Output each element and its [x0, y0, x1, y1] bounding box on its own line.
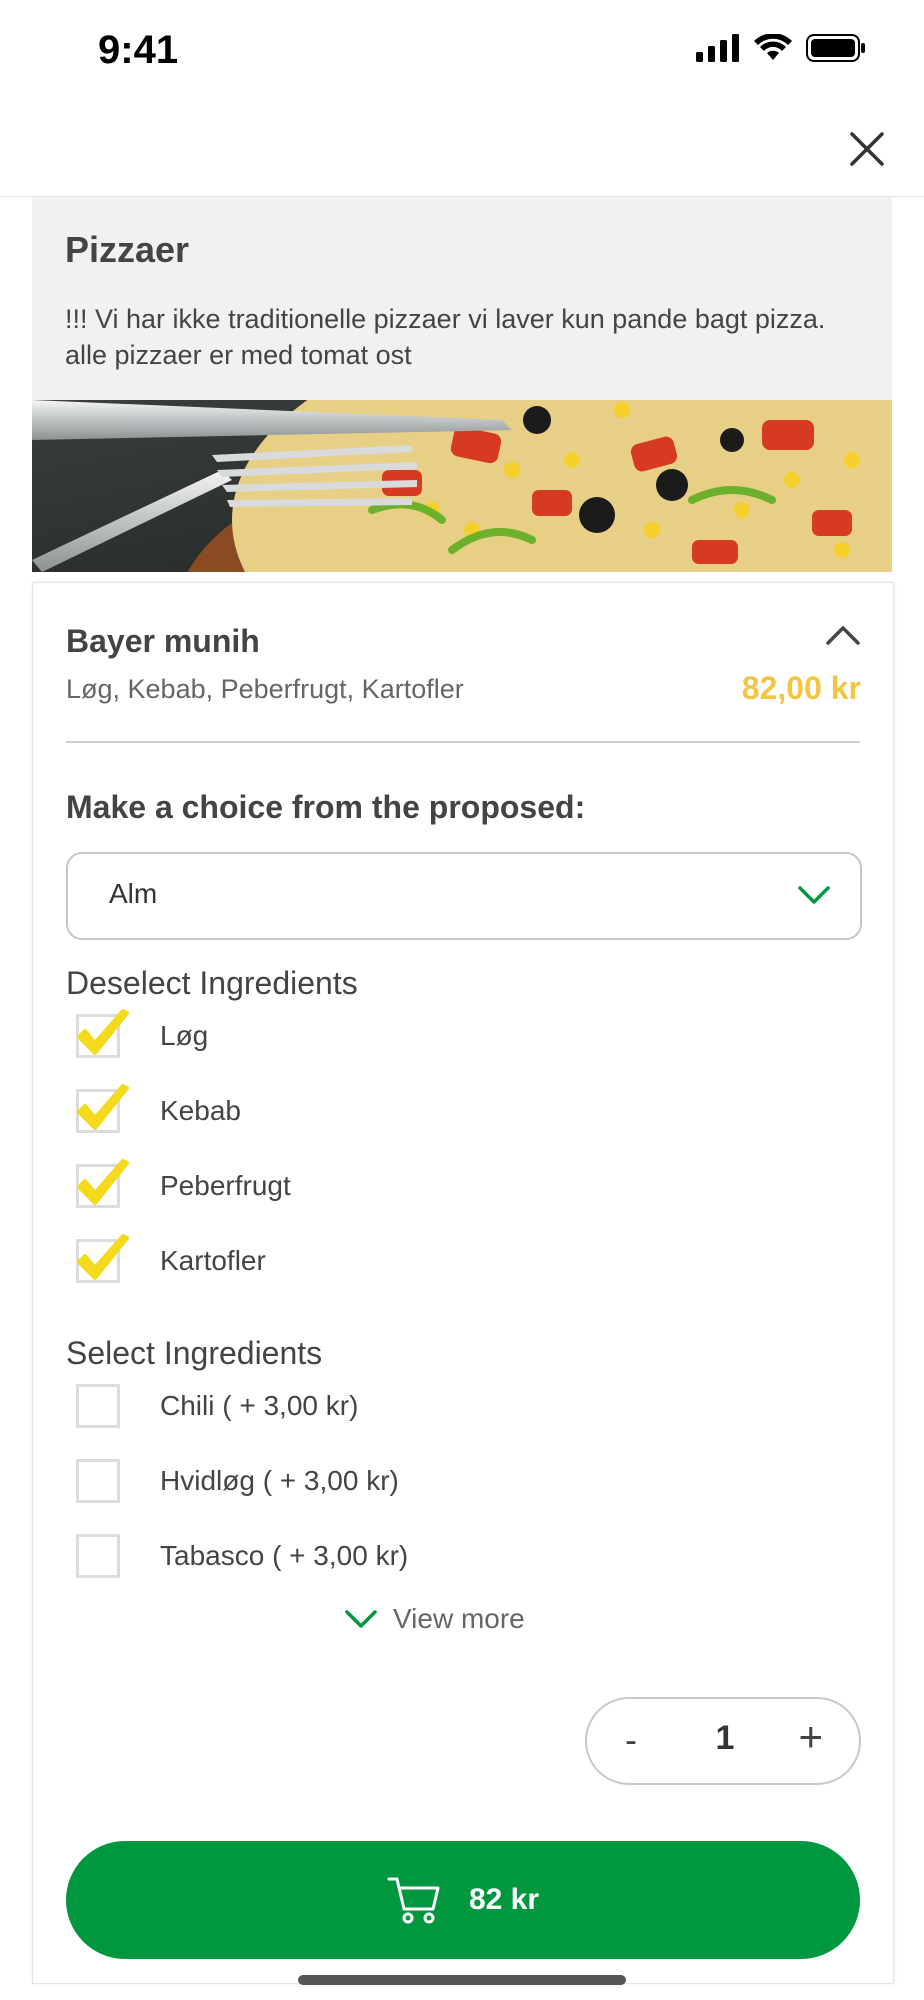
select-item[interactable]: Hvidløg ( + 3,00 kr)	[76, 1456, 399, 1506]
checkbox[interactable]	[76, 1084, 129, 1133]
checkbox[interactable]	[76, 1459, 120, 1503]
checkmark-icon	[77, 1159, 129, 1205]
checkbox[interactable]	[76, 1159, 129, 1208]
item-ingredients: Løg, Kebab, Peberfrugt, Kartofler	[66, 674, 464, 704]
top-bar	[0, 100, 924, 197]
ingredient-label: Løg	[160, 1020, 209, 1051]
checkbox[interactable]	[76, 1009, 129, 1058]
category-title: Pizzaer	[65, 229, 190, 270]
item-name: Bayer munih	[66, 623, 260, 659]
cart-button-label: 82 kr	[468, 1883, 540, 1916]
variant-select-value: Alm	[109, 878, 158, 909]
cart-icon	[387, 1877, 440, 1924]
divider	[66, 741, 860, 743]
category-image	[32, 400, 892, 572]
close-icon	[850, 132, 884, 166]
checkmark-icon	[77, 1009, 129, 1055]
chevron-down-icon	[345, 1610, 377, 1628]
deselect-item[interactable]: Kartofler	[76, 1234, 266, 1286]
checkmark-icon	[77, 1234, 129, 1280]
category-description: !!! Vi har ikke traditionelle pizzaer vi…	[65, 304, 826, 370]
item-price: 82,00 kr	[741, 670, 861, 706]
status-icons	[696, 34, 866, 62]
pizza-image	[32, 400, 892, 572]
status-bar: 9:41	[0, 0, 924, 100]
select-title: Select Ingredients	[66, 1335, 323, 1371]
select-item[interactable]: Tabasco ( + 3,00 kr)	[76, 1531, 408, 1581]
close-button[interactable]	[840, 122, 894, 176]
increment-button[interactable]: +	[798, 1713, 823, 1761]
wifi-icon	[754, 34, 792, 60]
deselect-item[interactable]: Peberfrugt	[76, 1159, 291, 1211]
deselect-item[interactable]: Kebab	[76, 1084, 241, 1136]
deselect-item[interactable]: Løg	[76, 1009, 209, 1061]
quantity-stepper[interactable]: - 1 +	[585, 1697, 861, 1785]
ingredient-label: Tabasco ( + 3,00 kr)	[160, 1540, 409, 1571]
checkbox[interactable]	[76, 1384, 120, 1428]
view-more-label: View more	[393, 1603, 525, 1634]
chevron-down-icon	[798, 886, 830, 904]
variant-select[interactable]: Alm	[66, 852, 862, 940]
status-time: 9:41	[98, 28, 179, 72]
add-to-cart-button[interactable]: 82 kr	[66, 1841, 860, 1959]
ingredient-label: Kartofler	[160, 1245, 266, 1276]
view-more-button[interactable]: View more	[343, 1603, 525, 1635]
item-card: Bayer munih Løg, Kebab, Peberfrugt, Kart…	[32, 582, 894, 1984]
chevron-up-icon	[826, 626, 860, 645]
ingredient-label: Chili ( + 3,00 kr)	[160, 1390, 359, 1421]
home-indicator	[298, 1975, 626, 1985]
category-header: Pizzaer !!! Vi har ikke traditionelle pi…	[32, 197, 892, 400]
checkbox[interactable]	[76, 1534, 120, 1578]
deselect-title: Deselect Ingredients	[66, 965, 358, 1001]
checkbox[interactable]	[76, 1234, 129, 1283]
choice-label: Make a choice from the proposed:	[66, 789, 586, 825]
select-item[interactable]: Chili ( + 3,00 kr)	[76, 1381, 358, 1431]
ingredient-label: Hvidløg ( + 3,00 kr)	[160, 1465, 399, 1496]
signal-icon	[696, 34, 739, 62]
checkmark-icon	[77, 1084, 129, 1130]
ingredient-label: Peberfrugt	[160, 1170, 291, 1201]
collapse-button[interactable]	[823, 619, 863, 649]
battery-icon	[806, 34, 865, 62]
ingredient-label: Kebab	[160, 1095, 241, 1126]
